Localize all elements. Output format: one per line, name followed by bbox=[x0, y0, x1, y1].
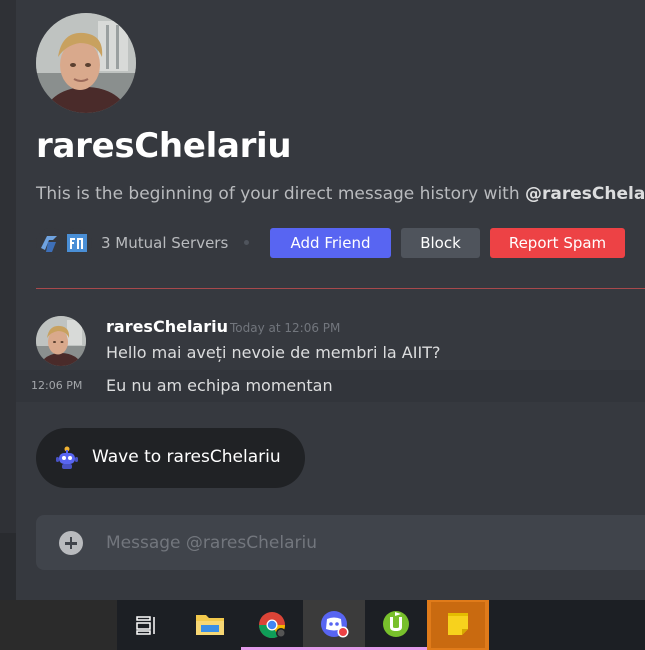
profile-name: raresChelariu bbox=[36, 126, 292, 166]
chrome-icon[interactable] bbox=[241, 600, 303, 650]
user-panel-edge bbox=[0, 533, 16, 600]
attach-plus-icon[interactable] bbox=[59, 531, 83, 555]
message-author-name[interactable]: raresChelariu bbox=[106, 317, 228, 336]
add-friend-button[interactable]: Add Friend bbox=[270, 228, 391, 258]
taskbar-search-area[interactable] bbox=[0, 600, 117, 650]
message-author-avatar[interactable] bbox=[36, 316, 86, 366]
mutual-server-2-icon[interactable] bbox=[62, 228, 92, 258]
wumpus-wave-icon bbox=[54, 445, 80, 471]
report-spam-button[interactable]: Report Spam bbox=[490, 228, 625, 258]
block-button[interactable]: Block bbox=[401, 228, 480, 258]
message-composer bbox=[36, 515, 645, 570]
server-sidebar-edge bbox=[0, 0, 16, 600]
sticky-notes-icon[interactable] bbox=[427, 600, 489, 650]
discord-icon[interactable] bbox=[303, 600, 365, 650]
new-messages-divider bbox=[36, 288, 645, 289]
dm-channel: raresChelariu This is the beginning of y… bbox=[16, 0, 645, 600]
utorrent-icon[interactable] bbox=[365, 600, 427, 650]
separator-dot bbox=[244, 240, 249, 245]
intro-prefix: This is the beginning of your direct mes… bbox=[36, 184, 526, 204]
intro-handle: @raresChelariu bbox=[525, 184, 645, 204]
profile-avatar[interactable] bbox=[36, 13, 136, 113]
task-view-icon[interactable] bbox=[117, 600, 179, 650]
message-row-hovered[interactable]: 12:06 PM Eu nu am echipa momentan bbox=[16, 370, 645, 402]
dm-intro-text: This is the beginning of your direct mes… bbox=[36, 184, 645, 204]
message-text: Hello mai aveți nevoie de membri la AIIT… bbox=[106, 343, 441, 362]
wave-button-label: Wave to raresChelariu bbox=[92, 447, 281, 467]
windows-taskbar bbox=[0, 600, 645, 650]
message-text: Eu nu am echipa momentan bbox=[106, 376, 333, 395]
message-timestamp: Today at 12:06 PM bbox=[230, 321, 341, 335]
message-input[interactable] bbox=[106, 530, 626, 556]
wave-button[interactable]: Wave to raresChelariu bbox=[36, 428, 305, 488]
file-explorer-icon[interactable] bbox=[179, 600, 241, 650]
message-timestamp: 12:06 PM bbox=[31, 379, 83, 392]
mutual-servers-link[interactable]: 3 Mutual Servers bbox=[101, 234, 228, 252]
mutual-servers-row: 3 Mutual Servers Add Friend Block Report… bbox=[36, 228, 645, 258]
